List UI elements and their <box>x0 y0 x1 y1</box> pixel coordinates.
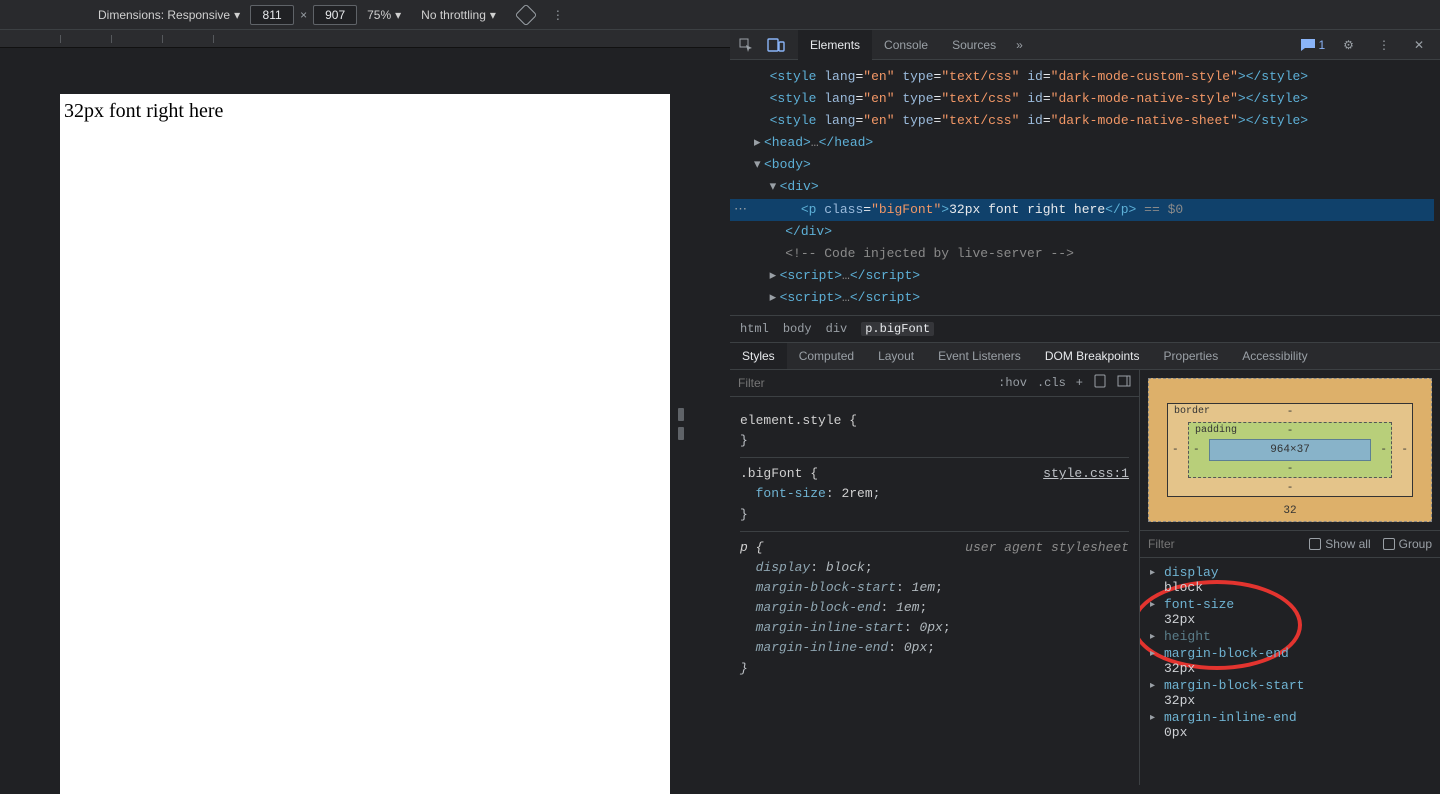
tab-event-listeners[interactable]: Event Listeners <box>926 343 1033 369</box>
tab-layout[interactable]: Layout <box>866 343 926 369</box>
device-toolbar: Dimensions: Responsive ▾ × 75% ▾ No thro… <box>0 0 1440 30</box>
computed-list[interactable]: display block font-size 32px height marg… <box>1140 558 1440 785</box>
device-mode-icon[interactable] <box>766 35 786 55</box>
throttling-value: No throttling <box>421 8 486 22</box>
computed-margin-block-end[interactable]: margin-block-end 32px <box>1144 645 1436 677</box>
device-icon[interactable] <box>1093 374 1107 392</box>
height-input[interactable] <box>313 5 357 25</box>
dom-breadcrumb[interactable]: html body div p.bigFont <box>730 315 1440 342</box>
styles-filter-input[interactable] <box>738 376 858 390</box>
selected-dom-node[interactable]: <p class="bigFont">32px font right here<… <box>730 199 1434 221</box>
rotate-icon[interactable] <box>515 3 538 26</box>
styles-filter-bar: :hov .cls + <box>730 370 1139 397</box>
computed-font-size[interactable]: font-size 32px <box>1144 596 1436 628</box>
tab-accessibility[interactable]: Accessibility <box>1230 343 1319 369</box>
dom-tree[interactable]: <style lang="en" type="text/css" id="dar… <box>730 60 1440 315</box>
crumb-div[interactable]: div <box>826 322 848 336</box>
computed-filter-input[interactable] <box>1148 537 1218 551</box>
cls-toggle[interactable]: .cls <box>1037 376 1066 390</box>
inspect-icon[interactable] <box>736 35 756 55</box>
zoom-dropdown[interactable]: 75% ▾ <box>367 8 401 22</box>
tab-properties[interactable]: Properties <box>1152 343 1231 369</box>
throttling-dropdown[interactable]: No throttling ▾ <box>421 8 496 22</box>
computed-margin-block-start[interactable]: margin-block-start 32px <box>1144 677 1436 709</box>
devtools-pane: Elements Console Sources » 1 ⚙ ⋮ ✕ <styl… <box>730 30 1440 785</box>
tab-computed[interactable]: Computed <box>787 343 866 369</box>
padding-label: padding <box>1195 425 1237 436</box>
styles-tabs: Styles Computed Layout Event Listeners D… <box>730 342 1440 370</box>
panel-icon[interactable] <box>1117 375 1131 391</box>
crumb-body[interactable]: body <box>783 322 812 336</box>
show-all-checkbox[interactable]: Show all <box>1309 537 1370 551</box>
computed-display[interactable]: display block <box>1144 564 1436 596</box>
width-input[interactable] <box>250 5 294 25</box>
zoom-value: 75% <box>367 8 391 22</box>
group-checkbox[interactable]: Group <box>1383 537 1432 551</box>
chevron-down-icon: ▾ <box>395 8 401 22</box>
tabs-overflow[interactable]: » <box>1008 38 1031 52</box>
issues-count: 1 <box>1318 38 1325 52</box>
new-rule-button[interactable]: + <box>1076 376 1083 390</box>
gear-icon[interactable]: ⚙ <box>1343 38 1354 52</box>
issues-badge[interactable]: 1 <box>1300 38 1325 52</box>
tab-sources[interactable]: Sources <box>940 30 1008 60</box>
tab-dom-breakpoints[interactable]: DOM Breakpoints <box>1033 343 1152 369</box>
tab-elements[interactable]: Elements <box>798 30 872 60</box>
source-link[interactable]: style.css:1 <box>1043 464 1129 484</box>
close-icon[interactable]: ✕ <box>1414 38 1424 52</box>
styles-rules[interactable]: element.style { } .bigFont {style.css:1 … <box>730 397 1139 693</box>
resize-handle[interactable] <box>678 408 684 440</box>
ua-source: user agent stylesheet <box>965 538 1129 558</box>
content-dimensions: 964×37 <box>1209 439 1371 461</box>
crumb-html[interactable]: html <box>740 322 769 336</box>
chevron-down-icon: ▾ <box>490 8 496 22</box>
sample-paragraph: 32px font right here <box>64 100 666 123</box>
devtools-tabs: Elements Console Sources » 1 ⚙ ⋮ ✕ <box>730 30 1440 60</box>
dimensions-dropdown[interactable]: Dimensions: Responsive ▾ <box>98 8 240 22</box>
crumb-p[interactable]: p.bigFont <box>861 322 934 336</box>
border-label: border <box>1174 406 1210 417</box>
kebab-icon[interactable]: ⋮ <box>1378 38 1390 52</box>
computed-margin-inline-end[interactable]: margin-inline-end 0px <box>1144 709 1436 741</box>
ruler <box>0 30 730 48</box>
tab-styles[interactable]: Styles <box>730 343 787 369</box>
computed-height[interactable]: height <box>1144 628 1436 645</box>
kebab-icon[interactable]: ⋮ <box>552 8 564 22</box>
dimension-separator: × <box>300 8 307 22</box>
hov-toggle[interactable]: :hov <box>998 376 1027 390</box>
margin-bottom-value: 32 <box>1283 505 1296 517</box>
tab-console[interactable]: Console <box>872 30 940 60</box>
rendered-page[interactable]: 32px font right here <box>60 94 670 794</box>
computed-filter-bar: Show all Group <box>1140 531 1440 558</box>
chevron-down-icon: ▾ <box>234 8 240 22</box>
box-model[interactable]: border - - - - padding - - - <box>1140 370 1440 531</box>
viewport-pane: 32px font right here <box>0 30 730 785</box>
dimensions-label: Dimensions: Responsive <box>98 8 230 22</box>
